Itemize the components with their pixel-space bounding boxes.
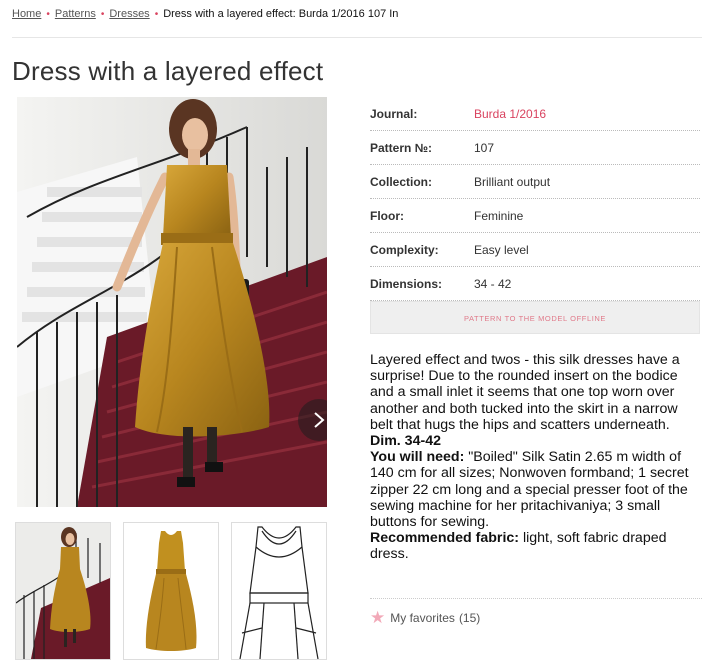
pattern-offline-button[interactable]: PATTERN TO THE MODEL OFFLINE	[370, 301, 700, 334]
favorites-label: My favorites	[390, 610, 455, 625]
thumbnail-staircase[interactable]	[15, 522, 111, 660]
info-row-journal: Journal: Burda 1/2016	[370, 97, 700, 131]
info-row-complexity: Complexity: Easy level	[370, 233, 700, 267]
journal-label: Journal:	[370, 106, 418, 121]
breadcrumb-dresses-link[interactable]: Dresses	[109, 8, 149, 20]
my-favorites-button[interactable]: ★ My favorites (15)	[370, 609, 480, 626]
breadcrumb-separator: •	[46, 9, 50, 20]
breadcrumb: Home • Patterns • Dresses • Dress with a layer…	[12, 8, 398, 20]
thumbnail-technical-drawing[interactable]	[231, 522, 327, 660]
you-will-need-label: You will need:	[370, 449, 465, 466]
divider	[12, 37, 702, 38]
complexity-label: Complexity:	[370, 242, 439, 257]
breadcrumb-current: Dress with a layered effect: Burda 1/201…	[163, 8, 399, 20]
pattern-info-table: Journal: Burda 1/2016 Pattern №: 107 Col…	[370, 97, 700, 301]
pattern-number-value: 107	[474, 140, 495, 155]
complexity-value: Easy level	[474, 242, 529, 257]
collection-label: Collection:	[370, 174, 432, 189]
breadcrumb-separator: •	[154, 9, 159, 20]
divider	[370, 598, 702, 599]
breadcrumb-patterns-link[interactable]: Patterns	[55, 8, 96, 20]
page-title: Dress with a layered effect	[12, 56, 324, 86]
journal-link[interactable]: Burda 1/2016	[474, 107, 546, 121]
floor-label: Floor:	[370, 208, 404, 223]
favorites-count: (15)	[458, 610, 481, 625]
pattern-description: Layered effect and twos - this silk dres…	[370, 352, 702, 563]
floor-value: Feminine	[474, 208, 524, 223]
breadcrumb-home-link[interactable]: Home	[12, 8, 41, 20]
chevron-right-icon	[314, 412, 325, 428]
main-product-image[interactable]	[17, 97, 327, 507]
description-dimensions: Dim. 34-42	[370, 433, 441, 450]
dimensions-value: 34 - 42	[474, 276, 512, 291]
thumbnail-dress-front[interactable]	[123, 522, 219, 660]
dimensions-label: Dimensions:	[370, 276, 443, 291]
star-icon: ★	[370, 608, 386, 627]
info-row-dimensions: Dimensions: 34 - 42	[370, 267, 700, 301]
pattern-number-label: Pattern №:	[370, 140, 433, 155]
breadcrumb-separator: •	[100, 9, 105, 20]
info-row-floor: Floor: Feminine	[370, 199, 700, 233]
info-row-collection: Collection: Brilliant output	[370, 165, 700, 199]
collection-value: Brilliant output	[474, 174, 551, 189]
recommended-fabric-label: Recommended fabric:	[370, 530, 520, 547]
info-row-pattern-number: Pattern №: 107	[370, 131, 700, 165]
description-intro: Layered effect and twos - this silk dres…	[370, 352, 680, 433]
